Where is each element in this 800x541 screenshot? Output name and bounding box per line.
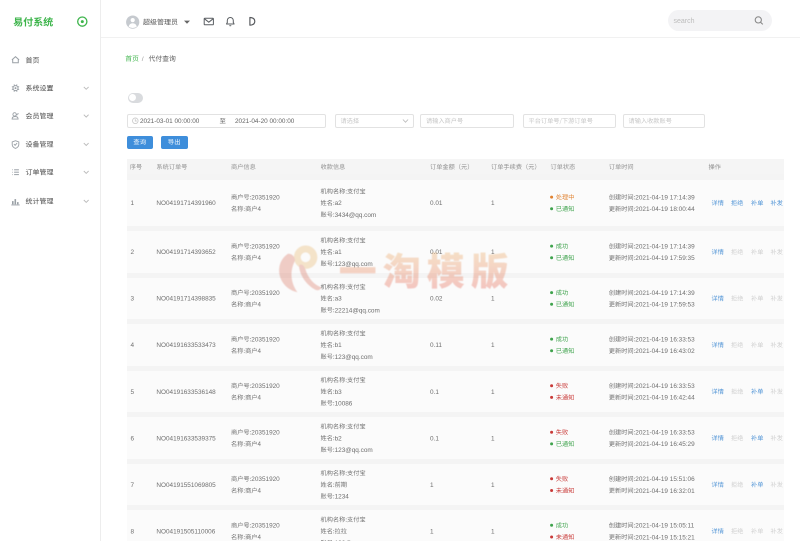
svg-text:a3: a3	[335, 296, 343, 303]
svg-text:20351920: 20351920	[251, 383, 280, 390]
svg-text:22214@qq.com: 22214@qq.com	[335, 307, 380, 314]
svg-text:123@qq.com: 123@qq.com	[335, 261, 373, 268]
svg-text:123@qq.com: 123@qq.com	[335, 354, 373, 361]
svg-text:NO04191714391960: NO04191714391960	[156, 200, 216, 207]
svg-text:a2: a2	[335, 200, 343, 207]
svg-text:2021-04-19 15:15:21: 2021-04-19 15:15:21	[635, 534, 695, 541]
svg-text:2021-04-19 17:59:35: 2021-04-19 17:59:35	[635, 255, 695, 262]
svg-text:3: 3	[131, 296, 135, 303]
svg-text:0.02: 0.02	[430, 296, 443, 303]
svg-text:0.11: 0.11	[430, 342, 442, 349]
svg-text:20351920: 20351920	[251, 290, 280, 297]
svg-text:123@qq.com: 123@qq.com	[335, 447, 373, 454]
svg-text:2021-04-19 16:42:44: 2021-04-19 16:42:44	[635, 395, 695, 402]
svg-text:4: 4	[131, 342, 135, 349]
svg-text:search: search	[674, 18, 695, 25]
svg-text:20351920: 20351920	[251, 476, 280, 483]
svg-text:0.01: 0.01	[430, 200, 443, 207]
svg-text:NO04191633533473: NO04191633533473	[156, 342, 216, 349]
svg-text:2021-04-19 17:14:39: 2021-04-19 17:14:39	[635, 290, 695, 297]
svg-text:1: 1	[491, 342, 495, 349]
svg-text:10086: 10086	[335, 400, 353, 407]
svg-text:b1: b1	[335, 342, 343, 349]
svg-text:NO04191714398835: NO04191714398835	[156, 296, 216, 303]
svg-text:1: 1	[131, 200, 135, 207]
svg-text:0.1: 0.1	[430, 435, 439, 442]
svg-text:2021-04-19 16:45:29: 2021-04-19 16:45:29	[635, 441, 695, 448]
svg-text:3434@qq.com: 3434@qq.com	[335, 212, 377, 219]
svg-text:2021-04-19 15:51:06: 2021-04-19 15:51:06	[635, 476, 695, 483]
svg-text:1234: 1234	[335, 494, 350, 501]
svg-text:NO04191505110006: NO04191505110006	[156, 528, 215, 535]
svg-text:0.1: 0.1	[430, 389, 439, 396]
svg-text:NO04191633539375: NO04191633539375	[156, 435, 216, 442]
svg-text:2021-04-19 16:33:53: 2021-04-19 16:33:53	[635, 336, 695, 343]
svg-text:b2: b2	[335, 435, 343, 442]
svg-text:2: 2	[131, 249, 135, 256]
svg-text:NO04191633536148: NO04191633536148	[156, 389, 216, 396]
svg-text:2021-04-19 17:14:39: 2021-04-19 17:14:39	[635, 243, 695, 250]
svg-text:5: 5	[131, 389, 135, 396]
svg-text:20351920: 20351920	[251, 523, 280, 530]
svg-text:1: 1	[491, 528, 495, 535]
svg-text:2021-04-19 15:05:11: 2021-04-19 15:05:11	[635, 523, 694, 530]
svg-text:20351920: 20351920	[251, 430, 280, 437]
svg-text:6: 6	[131, 435, 135, 442]
svg-text:2021-04-19 18:00:44: 2021-04-19 18:00:44	[635, 206, 695, 213]
svg-text:b3: b3	[335, 389, 343, 396]
svg-text:2021-04-19 17:59:53: 2021-04-19 17:59:53	[635, 302, 695, 309]
svg-text:NO04191551069805: NO04191551069805	[156, 482, 216, 489]
svg-text:1: 1	[491, 296, 495, 303]
svg-text:1: 1	[491, 435, 495, 442]
svg-text:1: 1	[491, 482, 495, 489]
svg-text:2021-04-19 17:14:39: 2021-04-19 17:14:39	[635, 194, 695, 201]
svg-text:1: 1	[491, 389, 495, 396]
svg-text:NO04191714393652: NO04191714393652	[156, 249, 216, 256]
svg-text:a1: a1	[335, 249, 343, 256]
svg-text:2021-04-19 16:32:01: 2021-04-19 16:32:01	[635, 488, 695, 495]
svg-text:7: 7	[131, 482, 135, 489]
svg-text:2021-04-19 16:43:02: 2021-04-19 16:43:02	[635, 348, 695, 355]
svg-text:8: 8	[131, 528, 135, 535]
svg-text:1: 1	[430, 482, 434, 489]
svg-text:2021-04-19 16:33:53: 2021-04-19 16:33:53	[635, 383, 695, 390]
svg-text:1: 1	[430, 528, 434, 535]
svg-text:/: /	[142, 56, 144, 63]
svg-text:2021-04-20 00:00:00: 2021-04-20 00:00:00	[235, 118, 295, 125]
svg-text:20351920: 20351920	[251, 243, 280, 250]
svg-text:20351920: 20351920	[251, 336, 280, 343]
svg-text:2021-03-01 00:00:00: 2021-03-01 00:00:00	[140, 118, 200, 125]
svg-text:20351920: 20351920	[251, 194, 280, 201]
svg-text:2021-04-19 16:33:53: 2021-04-19 16:33:53	[635, 430, 695, 437]
svg-text:1: 1	[491, 200, 495, 207]
